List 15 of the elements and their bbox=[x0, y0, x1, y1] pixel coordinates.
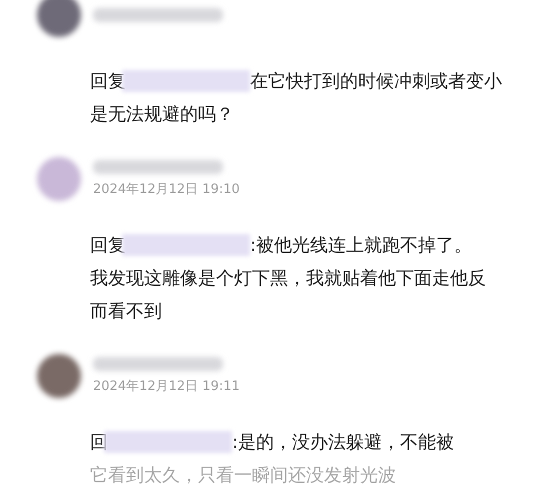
reply-label: 回复 bbox=[90, 70, 126, 92]
comment-text: :是的，没办法躲避，不能被 bbox=[232, 430, 454, 454]
avatar bbox=[37, 354, 81, 398]
comment-text: 在它快打到的时候冲刺或者变小 bbox=[250, 70, 502, 92]
comment-date: 2024年12月12日 19:11 bbox=[93, 378, 240, 395]
comment-text: 而看不到 bbox=[90, 300, 162, 322]
comment-date: 2024年12月12日 19:10 bbox=[93, 181, 240, 198]
reply-label: 回 bbox=[90, 430, 108, 454]
comment-text: 是无法规避的吗？ bbox=[90, 102, 234, 126]
reply-label: 回复 bbox=[90, 234, 126, 256]
avatar bbox=[37, 157, 81, 201]
comment-text: 它看到太久，只看一瞬间还没发射光波 bbox=[90, 464, 396, 486]
comment-text: 我发现这雕像是个灯下黑，我就贴着他下面走他反 bbox=[90, 266, 486, 290]
avatar bbox=[37, 0, 81, 37]
comment-text: :被他光线连上就跑不掉了。 bbox=[250, 234, 472, 256]
